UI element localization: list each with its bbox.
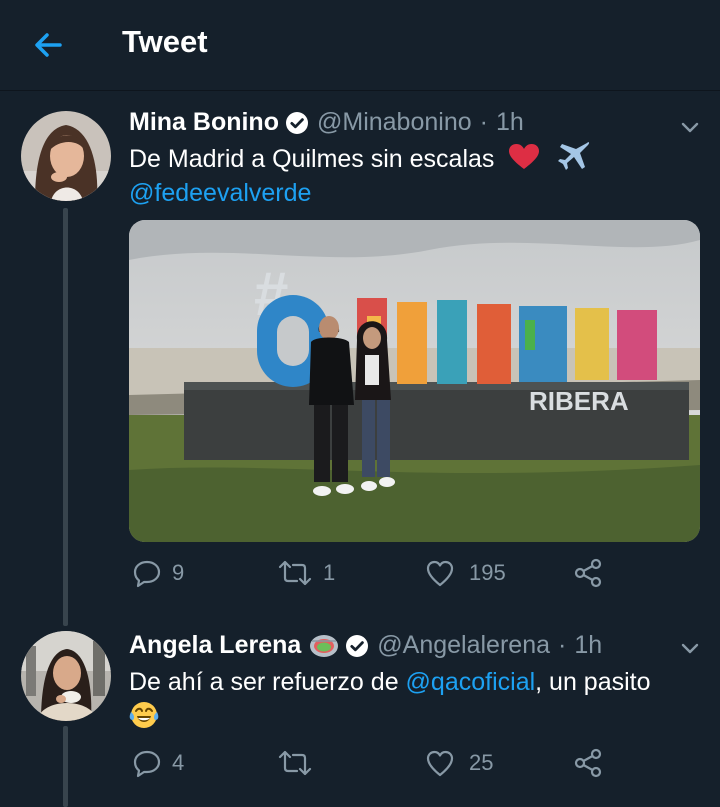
tweet-text-tail: , un pasito — [535, 668, 651, 696]
retweet-button[interactable] — [277, 748, 323, 778]
retweet-button[interactable]: 1 — [277, 558, 335, 588]
timestamp: 1h — [574, 631, 603, 659]
tweet-text: De ahí a ser refuerzo de @qacoficial, un… — [129, 665, 651, 700]
airplane-icon — [558, 142, 590, 170]
tweet-text-body: De Madrid a Quilmes sin escalas — [129, 145, 495, 173]
author-handle[interactable]: @Angelalerena — [377, 631, 550, 660]
reply-count: 9 — [172, 560, 185, 585]
tweet-photo[interactable]: # RIBERA — [129, 220, 700, 542]
reply-icon — [133, 750, 161, 778]
timestamp: 1h — [495, 108, 524, 136]
share-icon — [574, 748, 602, 778]
reply-count: 4 — [172, 750, 185, 775]
chevron-down-icon[interactable] — [679, 637, 701, 659]
tweet-text-body: De ahí a ser refuerzo de — [129, 668, 406, 696]
heart-icon — [426, 750, 454, 777]
like-count: 195 — [469, 560, 506, 585]
heart-icon — [426, 560, 454, 587]
verified-badge-icon — [285, 111, 308, 134]
retweet-icon — [278, 560, 312, 586]
retweet-count: 1 — [323, 560, 336, 585]
tweet-actions: 9 1 195 — [0, 558, 720, 598]
reply-icon — [133, 560, 161, 588]
mention-link[interactable]: @fedeevalverde — [129, 176, 311, 211]
verified-badge-icon — [346, 634, 369, 657]
like-button[interactable]: 25 — [425, 748, 493, 778]
red-heart-icon — [509, 144, 540, 169]
like-count: 25 — [469, 750, 494, 775]
retweet-icon — [278, 750, 312, 776]
chevron-down-icon[interactable] — [679, 116, 701, 138]
share-button[interactable] — [573, 748, 603, 778]
like-button[interactable]: 195 — [425, 558, 506, 588]
top-bar: Tweet — [0, 0, 720, 91]
page-title: Tweet — [122, 24, 208, 59]
back-arrow-icon[interactable] — [30, 27, 66, 63]
tweet-actions: 4 25 — [0, 748, 720, 788]
stadium-icon — [310, 634, 339, 657]
tweet-text-emoji-line — [129, 700, 159, 736]
share-button[interactable] — [573, 558, 603, 588]
time-separator: · — [479, 108, 488, 136]
sign-subtitle: RIBERA — [529, 386, 629, 416]
author-name[interactable]: Mina Bonino — [129, 108, 279, 137]
reply-button[interactable]: 4 — [132, 748, 184, 778]
mention-link[interactable]: @qacoficial — [406, 668, 536, 696]
author-line: Angela Lerena @Angelalerena · 1h — [129, 631, 602, 660]
author-handle[interactable]: @Minabonino — [317, 108, 472, 137]
time-separator: · — [558, 631, 567, 659]
author-name[interactable]: Angela Lerena — [129, 631, 301, 660]
author-line: Mina Bonino @Minabonino · 1h — [129, 108, 524, 137]
avatar[interactable] — [21, 631, 111, 721]
reply-button[interactable]: 9 — [132, 558, 184, 588]
tears-of-joy-icon — [129, 702, 159, 728]
tweet-text: De Madrid a Quilmes sin escalas — [129, 141, 590, 177]
avatar[interactable] — [21, 111, 111, 201]
share-icon — [574, 558, 602, 588]
